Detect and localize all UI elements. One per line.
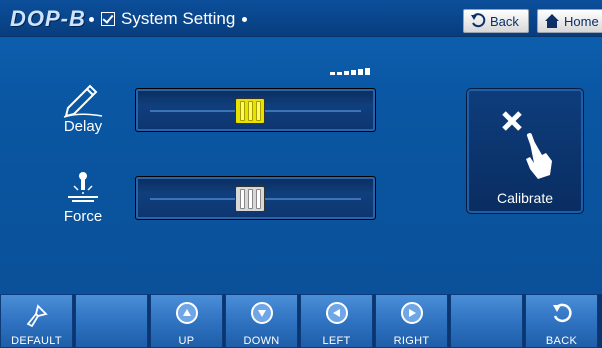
home-icon: [545, 14, 559, 28]
up-button[interactable]: UP: [150, 294, 223, 348]
default-button[interactable]: DEFAULT: [0, 294, 73, 348]
bottom-toolbar: DEFAULT UP DOWN LEFT RIGHT BACK: [0, 294, 602, 348]
home-button-label: Home: [564, 13, 599, 29]
empty-button[interactable]: [450, 294, 523, 348]
level-indicator: [330, 68, 370, 75]
down-label: DOWN: [243, 335, 280, 347]
default-label: DEFAULT: [11, 335, 62, 347]
arrow-down-icon: [250, 302, 273, 324]
right-button[interactable]: RIGHT: [375, 294, 448, 348]
calibrate-label: Calibrate: [496, 190, 554, 206]
calibrate-button[interactable]: Calibrate: [466, 88, 584, 214]
brush-icon: [26, 304, 48, 328]
page-title-group: System Setting: [86, 9, 250, 29]
back-button[interactable]: BACK: [525, 294, 598, 348]
level-bar: [337, 72, 342, 75]
back-button-top[interactable]: Back: [463, 9, 529, 33]
level-bar: [365, 68, 370, 75]
up-label: UP: [178, 335, 195, 347]
empty-button[interactable]: [75, 294, 148, 348]
title-bar: DOP-B System Setting Back Home: [0, 0, 602, 37]
back-label: BACK: [545, 335, 578, 347]
force-slider[interactable]: [135, 176, 376, 220]
force-icon: [68, 172, 98, 202]
level-bar: [358, 69, 363, 75]
slider-thumb[interactable]: [235, 98, 266, 124]
back-icon: [471, 13, 486, 28]
level-bar: [344, 71, 349, 75]
slider-thumb[interactable]: [235, 186, 266, 212]
brand-logo: DOP-B: [10, 6, 86, 31]
force-icon-group: Force: [48, 168, 118, 225]
home-button-top[interactable]: Home: [537, 9, 602, 33]
delay-label: Delay: [63, 118, 103, 135]
system-setting-screen: DOP-B System Setting Back Home Delay For…: [0, 0, 602, 348]
checkbox-icon: [101, 12, 115, 26]
down-button[interactable]: DOWN: [225, 294, 298, 348]
left-button[interactable]: LEFT: [300, 294, 373, 348]
arrow-left-icon: [325, 302, 348, 324]
page-title: System Setting: [121, 9, 236, 28]
arrow-right-icon: [400, 302, 423, 324]
left-label: LEFT: [322, 335, 351, 347]
pencil-icon: [63, 84, 103, 118]
back-button-label: Back: [490, 13, 519, 29]
delay-slider[interactable]: [135, 88, 376, 132]
level-bar: [351, 70, 356, 75]
delay-icon-group: Delay: [48, 78, 118, 135]
level-bar: [330, 72, 335, 75]
back-icon: [552, 303, 572, 323]
calibrate-touch-icon: [502, 111, 552, 179]
arrow-up-icon: [175, 302, 198, 324]
force-label: Force: [63, 208, 103, 225]
right-label: RIGHT: [393, 335, 430, 347]
bullet-icon: [89, 16, 94, 22]
bullet-icon: [242, 16, 248, 22]
